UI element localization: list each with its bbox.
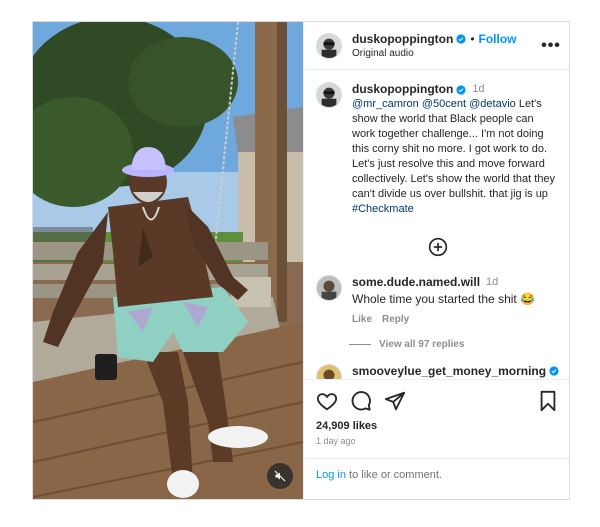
follow-button[interactable]: Follow	[479, 32, 517, 46]
post-card: duskopoppington • Follow Original audio …	[32, 21, 570, 500]
likes-count[interactable]: 24,909 likes	[316, 420, 559, 432]
caption-body-text: Let's show the world that Black people c…	[352, 98, 556, 200]
verified-badge-icon	[456, 34, 466, 44]
paper-plane-icon[interactable]	[384, 390, 406, 412]
comment-item: some.dude.named.will 1d Whole time you s…	[316, 275, 559, 325]
post-side-panel: duskopoppington • Follow Original audio …	[303, 22, 569, 499]
mention-link[interactable]: @50cent	[422, 98, 466, 110]
verified-badge-icon	[456, 84, 466, 95]
mute-toggle-button[interactable]	[267, 463, 293, 489]
replies-divider	[349, 344, 371, 345]
video-frame-illustration	[33, 22, 303, 499]
author-username[interactable]: duskopoppington	[352, 32, 453, 46]
comment-item: smooveylue_get_money_morning	[316, 364, 559, 379]
speaker-muted-icon	[274, 470, 286, 482]
mention-link[interactable]: @detavio	[469, 98, 516, 110]
comment-like-button[interactable]: Like	[352, 314, 372, 325]
heart-icon[interactable]	[316, 390, 338, 412]
login-prompt: Log in to like or comment.	[304, 458, 569, 491]
verified-badge-icon	[549, 366, 559, 376]
audio-link[interactable]: Original audio	[352, 48, 541, 59]
commenter-username[interactable]: some.dude.named.will	[352, 275, 480, 289]
post-time-ago: 1 day ago	[316, 436, 356, 446]
post-media-video[interactable]	[33, 22, 303, 499]
caption-text: @mr_camron @50cent @detavio Let's show t…	[352, 97, 559, 217]
caption-username[interactable]: duskopoppington	[352, 82, 453, 97]
post-header: duskopoppington • Follow Original audio …	[304, 22, 569, 70]
post-caption: duskopoppington 1d @mr_camron @50cent @d…	[316, 82, 559, 217]
comments-scroll-area[interactable]: duskopoppington 1d @mr_camron @50cent @d…	[304, 70, 569, 379]
comment-bubble-icon[interactable]	[350, 390, 372, 412]
caption-time: 1d	[472, 83, 485, 95]
login-prompt-text: to like or comment.	[345, 469, 442, 481]
comment-reply-button[interactable]: Reply	[382, 314, 409, 325]
load-more-comments	[316, 237, 559, 257]
caption-avatar[interactable]	[316, 82, 342, 108]
commenter-avatar[interactable]	[316, 275, 342, 301]
author-avatar[interactable]	[316, 32, 342, 59]
view-replies-label: View all 97 replies	[379, 339, 465, 350]
bookmark-icon[interactable]	[537, 390, 559, 412]
header-separator: •	[470, 32, 475, 46]
commenter-avatar[interactable]	[316, 364, 342, 379]
hashtag-link[interactable]: #Checkmate	[352, 203, 414, 215]
post-actions: 24,909 likes 1 day ago Log in to like or…	[304, 379, 569, 499]
comment-time: 1d	[486, 276, 499, 288]
plus-circle-icon[interactable]	[428, 237, 448, 257]
view-replies-button[interactable]: View all 97 replies	[349, 339, 559, 350]
comment-text: Whole time you started the shit 😂	[352, 292, 536, 306]
commenter-username[interactable]: smooveylue_get_money_morning	[352, 364, 546, 378]
more-options-icon[interactable]: •••	[541, 37, 561, 55]
login-link[interactable]: Log in	[316, 469, 346, 481]
mention-link[interactable]: @mr_camron	[352, 98, 419, 110]
